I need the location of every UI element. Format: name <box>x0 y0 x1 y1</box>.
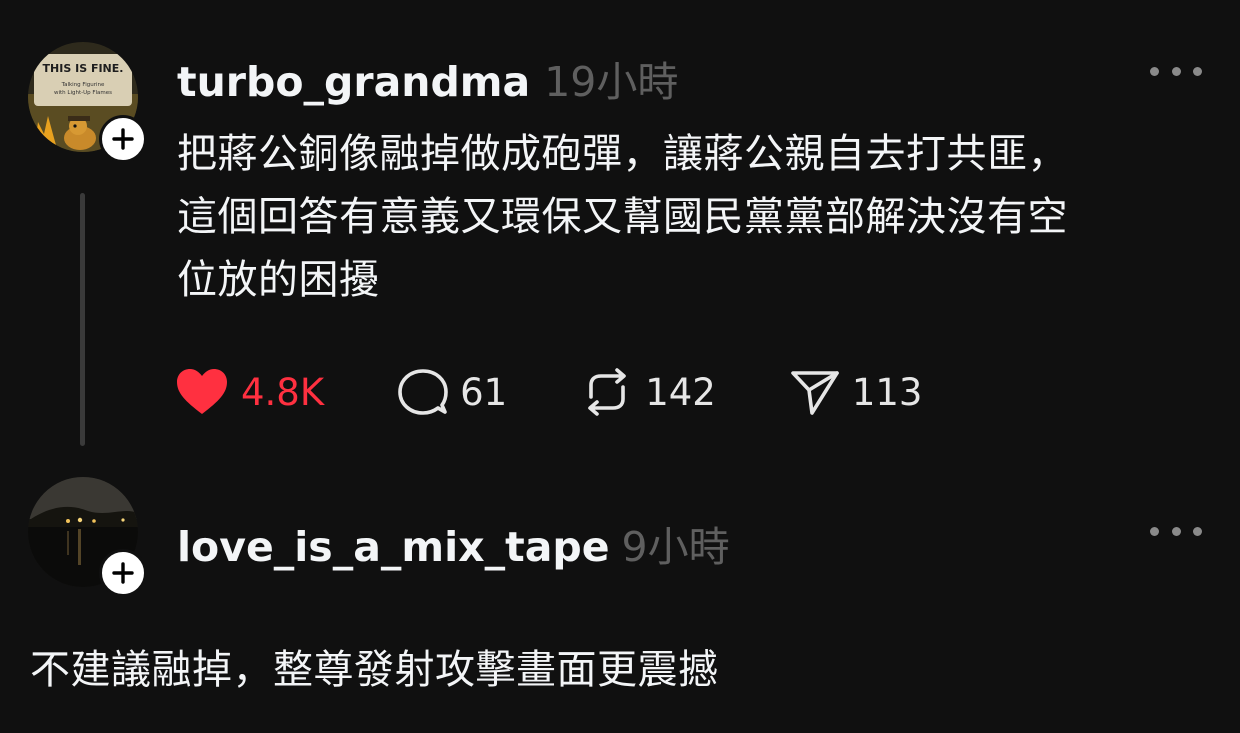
plus-icon <box>112 562 134 584</box>
repost-button[interactable]: 142 <box>581 367 716 417</box>
reply-count: 61 <box>460 370 508 414</box>
more-dot <box>1171 526 1181 536</box>
post-2-body: 不建議融掉，整尊發射攻擊畫面更震撼 <box>30 647 719 693</box>
more-horizontal-icon <box>1150 526 1159 536</box>
more-dot <box>1193 526 1202 536</box>
post-1-header: turbo_grandma 19小時 <box>177 48 678 108</box>
like-count: 4.8K <box>241 370 325 414</box>
more-dot <box>1193 66 1202 76</box>
more-horizontal-icon <box>1150 66 1159 76</box>
post-2-header: love_is_a_mix_tape 9小時 <box>177 513 730 573</box>
post-2-more-button[interactable] <box>1150 521 1202 541</box>
follow-turbo-grandma-button[interactable] <box>99 115 147 163</box>
repost-count: 142 <box>645 370 716 414</box>
post-2-timestamp: 9小時 <box>621 523 730 571</box>
send-icon <box>791 371 839 415</box>
like-button[interactable]: 4.8K <box>175 368 324 416</box>
avatar-sign-sub-2: with Light-Up Flames <box>54 90 112 96</box>
threads-conversation: THIS IS FINE. Talking Figurine with Ligh… <box>0 0 1240 733</box>
post-1-timestamp: 19小時 <box>544 58 679 106</box>
plus-icon <box>112 128 134 150</box>
share-button[interactable]: 113 <box>790 368 923 416</box>
avatar-sign-title: THIS IS FINE. <box>43 62 124 75</box>
more-dot <box>1171 66 1181 76</box>
follow-love-is-a-mix-tape-button[interactable] <box>99 549 147 597</box>
post-1-action-bar: 4.8K 61 142 113 <box>175 362 996 422</box>
post-2-username[interactable]: love_is_a_mix_tape <box>177 523 610 571</box>
post-1-body: 把蔣公銅像融掉做成砲彈，讓蔣公親自去打共匪， 這個回答有意義又環保又幫國民黨黨部… <box>177 123 1068 312</box>
post-1-username[interactable]: turbo_grandma <box>177 58 530 106</box>
reply-button[interactable]: 61 <box>398 367 507 417</box>
comment-icon <box>398 369 448 415</box>
heart-icon <box>177 369 227 414</box>
avatar-sign-sub-1: Talking Figurine <box>61 82 105 88</box>
thread-connector-line <box>80 193 85 446</box>
post-1-more-button[interactable] <box>1150 61 1202 81</box>
share-count: 113 <box>851 370 923 414</box>
post-1-line-3: 位放的困擾 <box>177 257 380 303</box>
post-1-line-2: 這個回答有意義又環保又幫國民黨黨部解決沒有空 <box>177 194 1068 240</box>
repost-icon <box>588 368 627 416</box>
post-1-line-1: 把蔣公銅像融掉做成砲彈，讓蔣公親自去打共匪， <box>177 131 1068 177</box>
